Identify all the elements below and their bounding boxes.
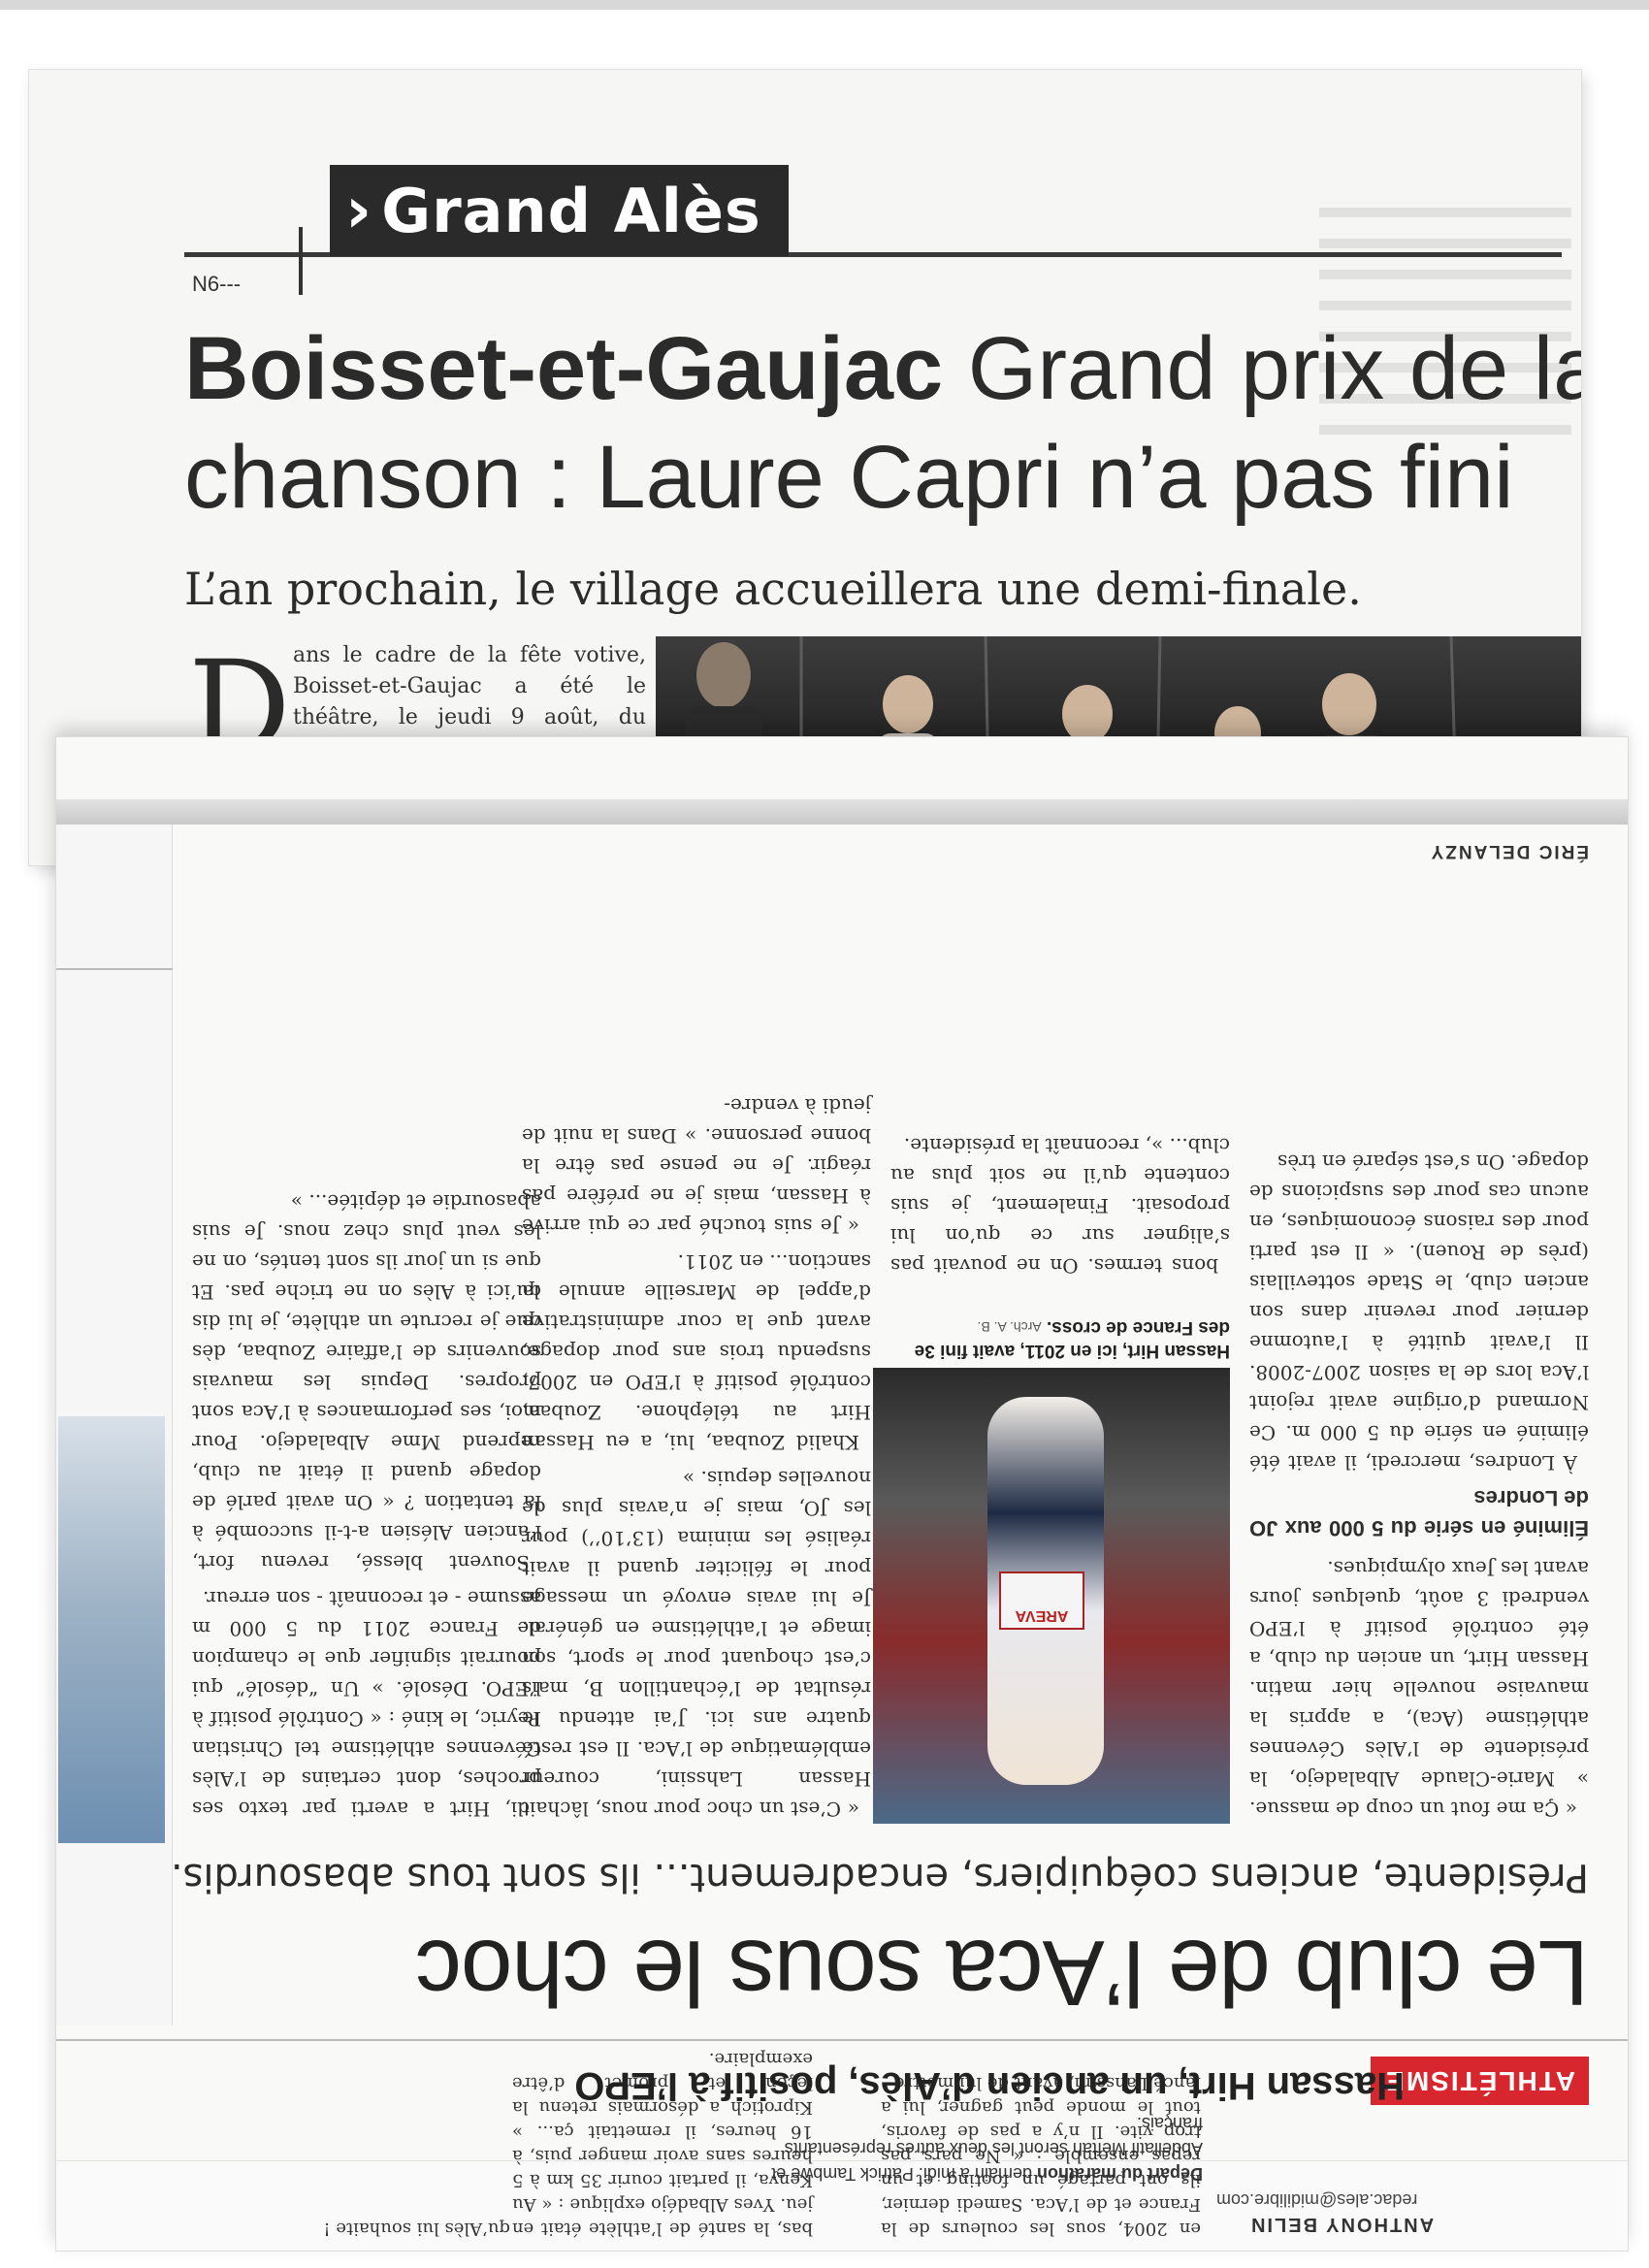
kicker: Hassan Hirt, un ancien d’Alès, positif à…	[574, 2064, 1405, 2107]
brief-title: Départ du marathon	[1036, 2164, 1203, 2184]
rubric-tick	[299, 227, 303, 295]
article-column-4: di, Hirt a averti par texto ses proches,…	[192, 1181, 541, 1824]
article-column-2: bons termes. On ne pouvait pas s’aligner…	[890, 1124, 1230, 1280]
lower-clipping: bas, la santé de l’athlète était en jeu.…	[56, 737, 1628, 2251]
paragraph: « C’est un choc pour nous, lâchait Hassa…	[522, 1467, 871, 1821]
section-rubric: › Grand Alès	[330, 165, 789, 256]
page-band	[56, 799, 1628, 825]
scan-edge	[0, 0, 1649, 10]
article-column-3: « C’est un choc pour nous, lâchait Hassa…	[522, 1085, 871, 1824]
adjacent-photo	[58, 1416, 165, 1843]
article-deck: Présidente, anciens coéquipiers, encadre…	[170, 1855, 1589, 1899]
photo-credit: Arch. A. B.	[977, 1319, 1042, 1335]
runner-photo: AREVA	[873, 1368, 1230, 1824]
byline-top: ANTHONY BELIN	[1249, 2214, 1435, 2235]
subhead: L’an prochain, le village accueillera un…	[184, 563, 1362, 615]
paragraph: Khalid Zoubaa, lui, a eu Hassan Hirt au …	[522, 1250, 871, 1454]
article-headline: Le club de l’Aca sous le choc	[415, 1921, 1589, 2025]
rotated-article: bas, la santé de l’athlète était en jeu.…	[56, 737, 1628, 2251]
headline-place: Boisset-et-Gaujac	[184, 319, 944, 418]
paragraph: « Ça me fout un coup de massue. » Marie-…	[1249, 1557, 1589, 1821]
race-bib: AREVA	[999, 1571, 1084, 1630]
paragraph: Souvent blessé, revenu fort, l’ancien Al…	[192, 1190, 541, 1574]
bib-sponsor: AREVA	[1015, 1607, 1069, 1624]
kicker-rule	[56, 2039, 1628, 2041]
headline-rest: Grand prix de la	[943, 319, 1581, 418]
chevron-right-icon: ›	[345, 173, 372, 247]
adjacent-rule	[56, 968, 173, 970]
paragraph: di, Hirt a averti par texto ses proches,…	[192, 1587, 541, 1821]
photo-caption: Hassan Hirt, ici en 2011, avait fini 3e …	[881, 1315, 1230, 1362]
brief: Départ du marathon demain à midi. Patric…	[747, 2111, 1203, 2187]
email-contact: redac.ales@midilibre.com	[1216, 2190, 1418, 2210]
paragraph: À Londres, mercredi, il avait été élimin…	[1249, 1150, 1589, 1474]
page-code: N6---	[192, 272, 242, 296]
author-signature: ÉRIC DELANZY	[1429, 841, 1589, 861]
rubric-label: Grand Alès	[381, 175, 761, 246]
caption-text: Hassan Hirt, ici en 2011, avait fini 3e …	[914, 1317, 1230, 1361]
headline: Boisset-et-Gaujac Grand prix de la chans…	[184, 314, 1581, 532]
article-column-1: « Ça me fout un coup de massue. » Marie-…	[1249, 1141, 1589, 1824]
headline-line2: chanson : Laure Capri n’a pas fini	[184, 428, 1514, 527]
prev-article-col-c: qu’Alès lui souhaite !	[323, 2219, 510, 2239]
paragraph: « Je suis touché par ce qui arrive à Has…	[522, 1094, 871, 1238]
previous-article-strip: bas, la santé de l’athlète était en jeu.…	[56, 2049, 1628, 2251]
subheading: Éliminé en série du 5 000 aux JO de Lond…	[1249, 1486, 1589, 1540]
paragraph: bons termes. On ne pouvait pas s’aligner…	[890, 1134, 1230, 1278]
